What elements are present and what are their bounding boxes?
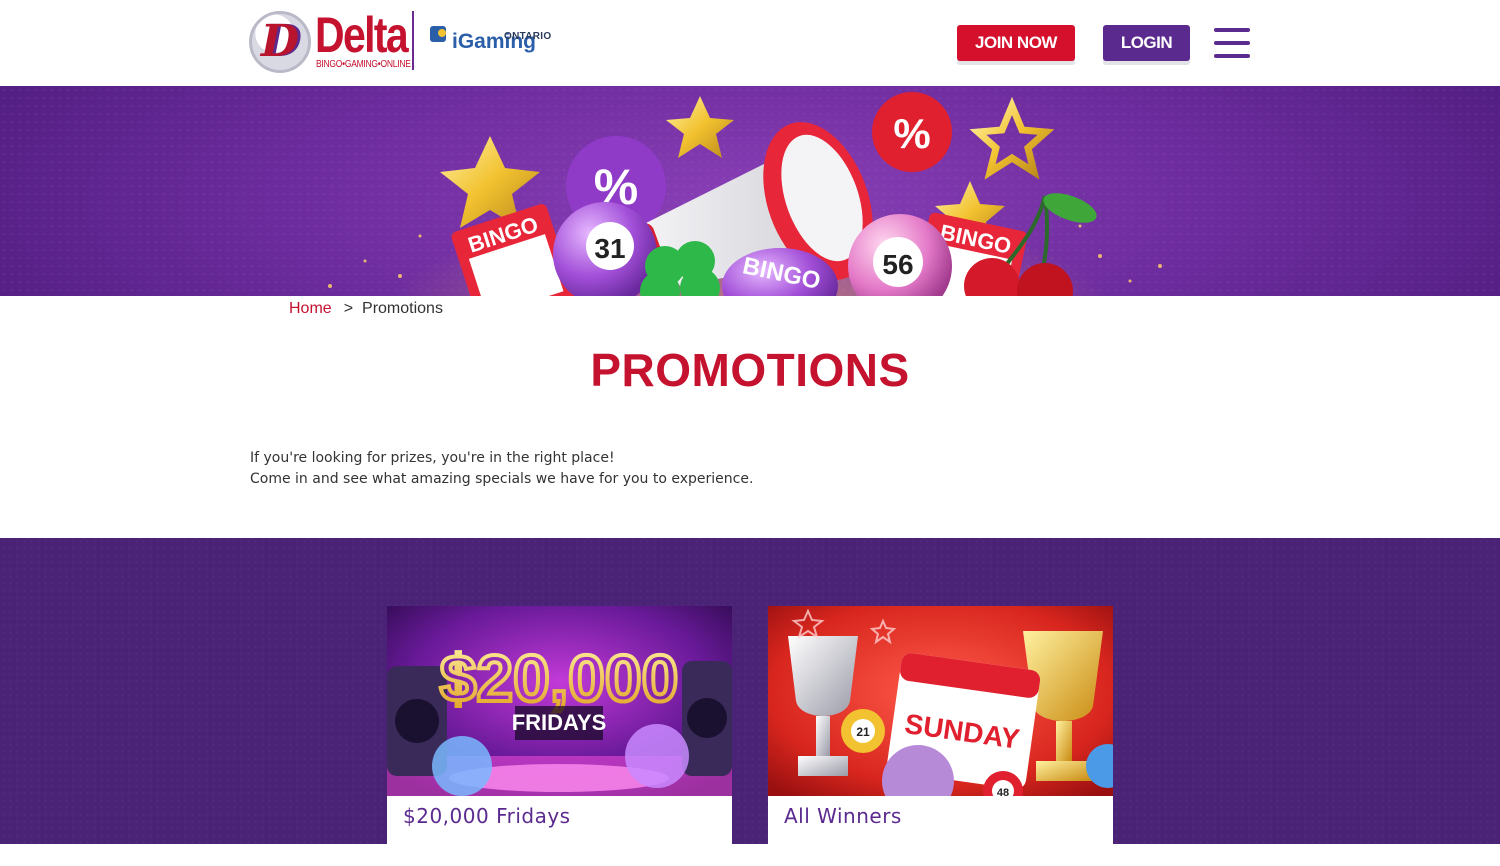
delta-logo-emblem: D bbox=[249, 11, 311, 73]
breadcrumb-separator: > bbox=[343, 300, 354, 317]
svg-text:FRIDAYS: FRIDAYS bbox=[512, 710, 607, 735]
promo-title[interactable]: All Winners bbox=[784, 804, 902, 828]
svg-text:$20,000: $20,000 bbox=[440, 641, 679, 715]
intro-text: If you're looking for prizes, you're in … bbox=[250, 448, 753, 490]
intro-line: If you're looking for prizes, you're in … bbox=[250, 450, 615, 466]
delta-logo-wordmark: Delta bbox=[315, 7, 409, 63]
hamburger-menu-icon[interactable] bbox=[1214, 26, 1250, 60]
delta-logo-tagline: BINGO•GAMING•ONLINE bbox=[316, 59, 411, 70]
login-button[interactable]: LOGIN bbox=[1103, 25, 1190, 61]
igaming-ontario-logo: iGaming ONTARIO bbox=[430, 26, 555, 62]
svg-text:31: 31 bbox=[594, 233, 625, 264]
disco-ball-icon bbox=[625, 724, 689, 788]
svg-text:48: 48 bbox=[997, 787, 1009, 796]
promo-image-all-winners[interactable]: SUNDAY 21 48 bbox=[768, 606, 1113, 796]
hero-banner: % % BINGO BINGO 31 56 BINGO bbox=[0, 86, 1500, 296]
igaming-region: ONTARIO bbox=[504, 31, 552, 42]
hero-illustration: % % BINGO BINGO 31 56 BINGO bbox=[328, 92, 1162, 296]
breadcrumb: Home > Promotions bbox=[289, 300, 443, 318]
logo-divider bbox=[412, 11, 414, 70]
svg-text:56: 56 bbox=[882, 249, 913, 280]
breadcrumb-home-link[interactable]: Home bbox=[289, 300, 332, 317]
star-icon bbox=[969, 96, 1055, 180]
percent-badge-icon: % bbox=[872, 92, 952, 172]
intro-line: Come in and see what amazing specials we… bbox=[250, 471, 754, 487]
join-now-button[interactable]: JOIN NOW bbox=[957, 25, 1075, 61]
promo-title[interactable]: $20,000 Fridays bbox=[403, 804, 571, 828]
svg-text:21: 21 bbox=[856, 725, 870, 739]
star-icon bbox=[666, 96, 734, 158]
site-header: D Delta BINGO•GAMING•ONLINE iGaming ONTA… bbox=[0, 0, 1500, 86]
promotions-section: $20,000 FRIDAYS $20,000 Fridays SUNDAY 2… bbox=[0, 538, 1500, 866]
breadcrumb-current: Promotions bbox=[362, 300, 443, 317]
bingo-ball-icon: 21 bbox=[841, 709, 885, 753]
igaming-mark-icon bbox=[430, 26, 450, 46]
promo-card-20000-fridays[interactable]: $20,000 FRIDAYS $20,000 Fridays bbox=[387, 606, 732, 866]
svg-text:%: % bbox=[893, 110, 930, 157]
promo-image-fridays[interactable]: $20,000 FRIDAYS bbox=[387, 606, 732, 796]
promo-card-all-winners[interactable]: SUNDAY 21 48 All Winners bbox=[768, 606, 1113, 866]
page-title: PROMOTIONS bbox=[590, 344, 910, 396]
disco-ball-icon bbox=[432, 736, 492, 796]
delta-logo[interactable]: D Delta BINGO•GAMING•ONLINE bbox=[249, 7, 411, 73]
